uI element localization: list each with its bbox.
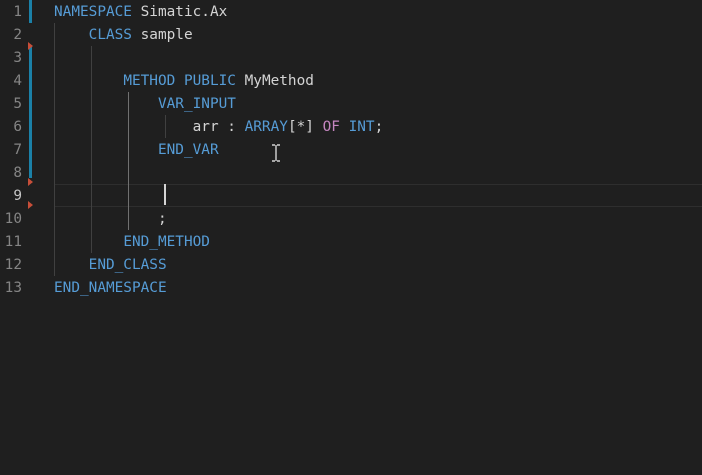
code-text: Simatic.Ax [131, 4, 228, 20]
line-number: 13 [4, 280, 22, 296]
code-keyword: METHOD [123, 73, 176, 89]
code-line[interactable]: arr : ARRAY[*] OF INT; [54, 116, 384, 139]
code-keyword: END_CLASS [88, 257, 167, 273]
code-text: arr : [54, 119, 245, 135]
line-number: 10 [4, 211, 22, 227]
code-keyword: ARRAY [244, 119, 288, 135]
line-number: 8 [13, 165, 22, 181]
text-cursor [164, 184, 166, 205]
line-number: 5 [13, 96, 22, 112]
deleted-lines-marker [28, 42, 33, 50]
code-line[interactable]: CLASS sample [54, 24, 193, 47]
code-text: ; [374, 119, 384, 135]
code-line[interactable]: NAMESPACE Simatic.Ax [54, 1, 227, 24]
code-text: [*] [287, 119, 323, 135]
code-line[interactable]: VAR_INPUT [54, 93, 236, 116]
code-line[interactable]: END_CLASS [54, 254, 167, 277]
line-number: 7 [13, 142, 22, 158]
code-editor[interactable]: 1 2 3 4 5 6 7 8 9 10 11 12 13 NAMESPACE Simatic.Ax C… [0, 0, 702, 475]
modified-lines-bar [29, 46, 32, 178]
code-keyword: OF [322, 119, 340, 135]
deleted-lines-marker [28, 201, 33, 209]
current-line-highlight [54, 184, 702, 207]
deleted-lines-marker [28, 178, 33, 186]
code-keyword: VAR_INPUT [157, 96, 236, 112]
code-keyword: PUBLIC [183, 73, 236, 89]
line-number: 9 [13, 188, 22, 204]
code-keyword: NAMESPACE [54, 4, 132, 20]
line-number: 12 [4, 257, 22, 273]
line-number: 1 [13, 4, 22, 20]
code-line[interactable]: ; [54, 208, 167, 231]
code-line[interactable]: END_NAMESPACE [54, 277, 167, 300]
ibeam-cursor-icon [272, 144, 280, 162]
code-text: ; [54, 211, 167, 227]
line-number: 4 [13, 73, 22, 89]
code-line[interactable]: METHOD PUBLIC MyMethod [54, 70, 314, 93]
code-text: MyMethod [235, 73, 314, 89]
code-keyword: CLASS [88, 27, 132, 43]
code-keyword: INT [348, 119, 375, 135]
modified-lines-bar [29, 0, 32, 23]
code-keyword: END_NAMESPACE [54, 280, 167, 296]
line-number: 11 [4, 234, 22, 250]
line-number: 6 [13, 119, 22, 135]
code-keyword: END_METHOD [123, 234, 210, 250]
code-line[interactable]: END_METHOD [54, 231, 210, 254]
code-keyword: END_VAR [157, 142, 219, 158]
code-text: sample [131, 27, 193, 43]
line-number: 2 [13, 27, 22, 43]
line-number: 3 [13, 50, 22, 66]
code-line[interactable]: END_VAR [54, 139, 219, 162]
